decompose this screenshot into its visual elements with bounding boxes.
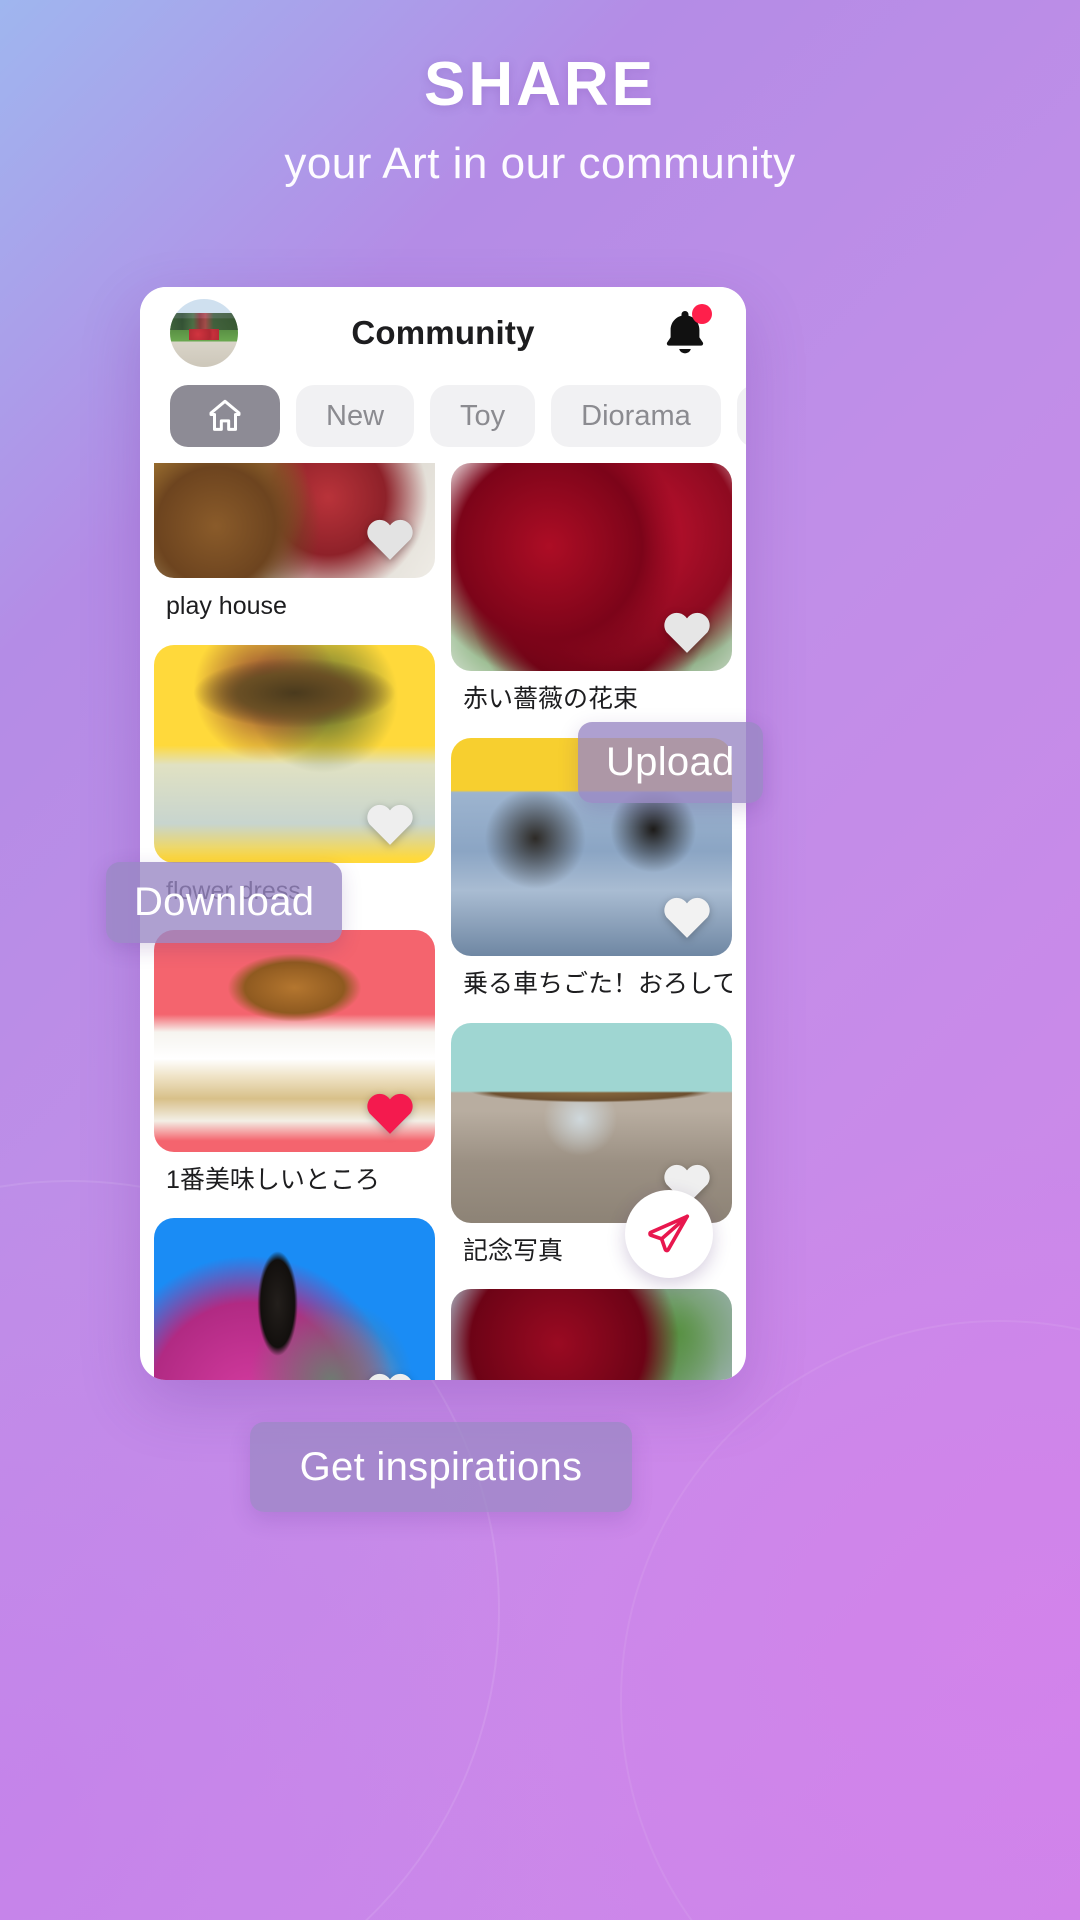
promo-screen: SHARE your Art in our community Communit… <box>0 0 1080 1920</box>
post-thumbnail[interactable] <box>154 1218 435 1380</box>
category-chip-row[interactable]: New Toy Diorama Food <box>140 379 746 447</box>
chip-food[interactable]: Food <box>736 385 746 447</box>
post-caption: 赤い薔薇の花束 <box>463 685 639 713</box>
send-icon <box>648 1214 690 1253</box>
post-thumbnail[interactable] <box>451 1289 732 1380</box>
post-card[interactable]: 1番美味しいところ <box>154 929 435 1211</box>
home-icon <box>209 399 241 431</box>
post-thumbnail[interactable] <box>154 929 435 1152</box>
heart-icon[interactable] <box>363 1368 417 1380</box>
heart-icon[interactable] <box>363 799 417 847</box>
post-caption: 乗る車ちごた！おろしてー!! <box>463 969 732 998</box>
post-card[interactable] <box>451 1289 732 1380</box>
chip-new[interactable]: New <box>296 385 415 447</box>
avatar[interactable] <box>170 299 238 367</box>
chip-toy[interactable]: Toy <box>430 385 536 447</box>
background-arc-right <box>620 1320 1080 1920</box>
share-fab[interactable] <box>625 1190 713 1278</box>
get-inspirations-button[interactable]: Get inspirations <box>250 1422 632 1512</box>
notifications-button[interactable] <box>654 302 716 364</box>
notification-badge <box>692 304 712 324</box>
hero-title: SHARE <box>423 50 657 119</box>
post-thumbnail[interactable] <box>154 463 435 578</box>
post-thumbnail[interactable] <box>451 463 732 671</box>
heart-icon[interactable] <box>660 607 714 655</box>
post-card[interactable] <box>154 1218 435 1380</box>
heart-icon[interactable] <box>363 514 417 562</box>
avatar-photo <box>170 312 238 331</box>
heart-filled-icon[interactable] <box>363 1088 417 1136</box>
chip-diorama[interactable]: Diorama <box>551 385 721 447</box>
app-bar: Community <box>140 287 746 379</box>
post-caption: 1番美味しいところ <box>166 1165 380 1194</box>
heart-icon[interactable] <box>660 892 714 940</box>
post-card[interactable]: 赤い薔薇の花束 <box>451 463 732 730</box>
chip-home[interactable] <box>170 385 280 447</box>
upload-tooltip[interactable]: Upload <box>578 722 763 803</box>
post-card[interactable]: play house <box>154 463 435 637</box>
avatar-photo-detail <box>189 328 219 340</box>
download-tooltip[interactable]: Download <box>106 862 343 943</box>
post-thumbnail[interactable] <box>154 644 435 863</box>
post-caption: play house <box>166 592 287 620</box>
post-thumbnail[interactable] <box>451 1022 732 1223</box>
hero-text: SHARE your Art in our community <box>0 52 1080 189</box>
hero-subtitle: your Art in our community <box>284 139 796 189</box>
